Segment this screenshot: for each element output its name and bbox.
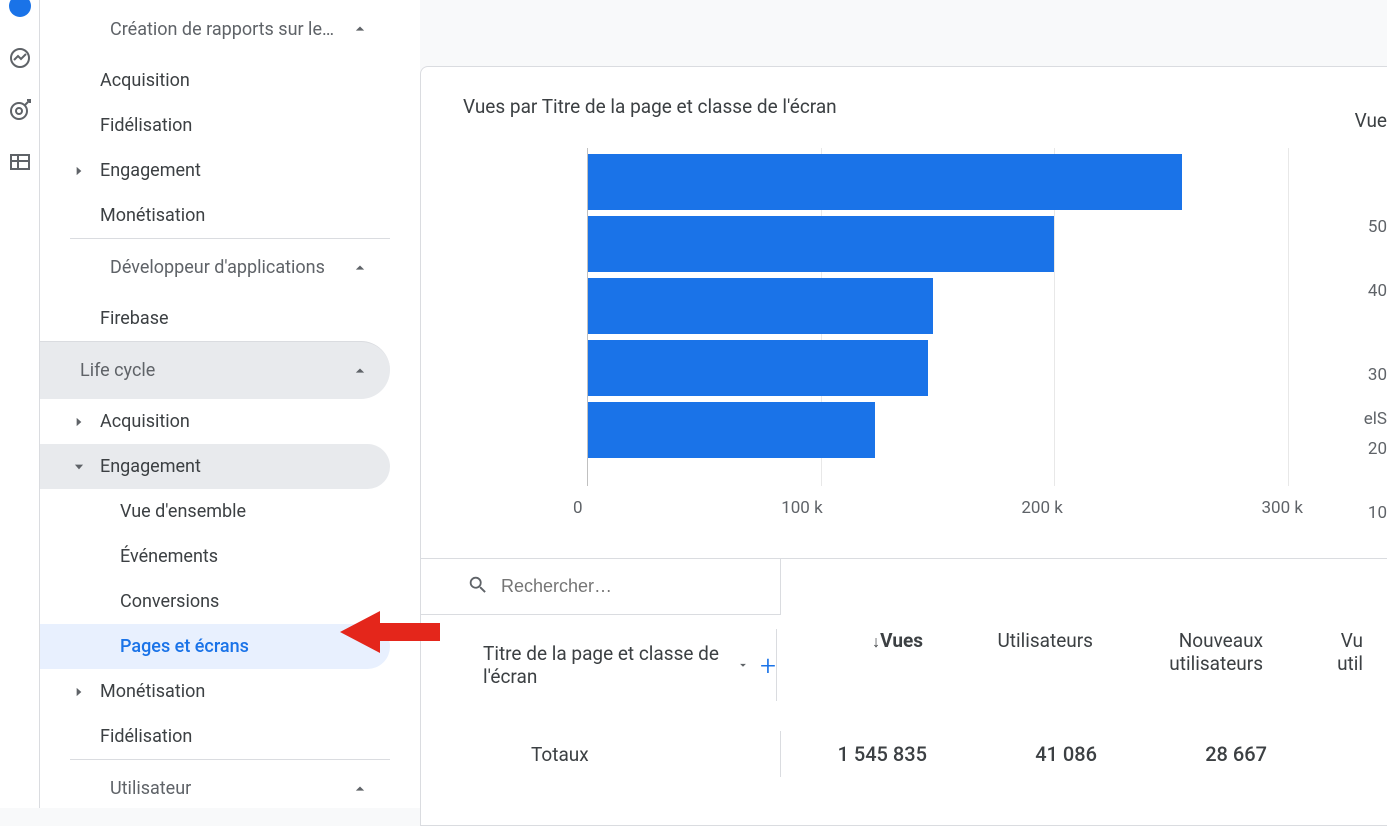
section-user[interactable]: Utilisateur: [70, 759, 390, 808]
table-icon[interactable]: [8, 150, 32, 174]
data-table: Titre de la page et classe de l'écran + …: [421, 558, 1387, 777]
nav-events[interactable]: Événements: [40, 534, 420, 579]
bar-4[interactable]: [588, 340, 928, 396]
nav-engagement[interactable]: Engagement: [40, 148, 420, 193]
chevron-up-icon: [350, 361, 370, 381]
y-tick: 50: [1368, 217, 1387, 237]
x-tick: 200 k: [1021, 498, 1063, 518]
y-tick: 30: [1368, 365, 1387, 385]
main-content: Vues par Titre de la page et classe de l…: [420, 0, 1387, 808]
section-label: Life cycle: [80, 360, 155, 381]
nav-overview[interactable]: Vue d'ensemble: [40, 489, 420, 534]
table-search[interactable]: [421, 559, 781, 615]
bar-1[interactable]: [588, 154, 1182, 210]
nav-monetisation[interactable]: Monétisation: [40, 193, 420, 238]
section-label: Utilisateur: [110, 778, 191, 799]
section-label: Développeur d'applications: [110, 257, 325, 278]
caret-right-icon: [70, 162, 88, 180]
caret-right-icon: [70, 413, 88, 431]
trends-icon[interactable]: [8, 46, 32, 70]
home-icon[interactable]: [8, 0, 32, 18]
chevron-up-icon: [350, 779, 370, 799]
bar-chart: 0 100 k 200 k 300 k: [463, 148, 1313, 518]
y-tick: elS: [1364, 409, 1387, 429]
search-input[interactable]: [501, 576, 761, 597]
bar-5[interactable]: [588, 402, 875, 458]
annotation-arrow: [340, 605, 440, 659]
x-axis: 0 100 k 200 k 300 k: [573, 486, 1303, 518]
caret-right-icon: [70, 683, 88, 701]
left-nav-rail: [0, 0, 40, 808]
nav-fidelisation[interactable]: Fidélisation: [40, 103, 420, 148]
section-developer[interactable]: Développeur d'applications: [70, 238, 390, 296]
right-chart-title: Vue: [1355, 109, 1387, 132]
y-tick: 20: [1368, 439, 1387, 459]
totals-label: Totaux: [421, 731, 781, 777]
nav-lc-acquisition[interactable]: Acquisition: [40, 399, 420, 444]
nav-firebase[interactable]: Firebase: [40, 296, 420, 341]
nav-pages-screens[interactable]: Pages et écrans: [40, 624, 390, 669]
search-icon: [467, 574, 489, 600]
totals-views: 1 545 835: [781, 742, 951, 766]
nav-acquisition[interactable]: Acquisition: [40, 58, 420, 103]
col-views[interactable]: ↓Vues: [777, 629, 947, 652]
target-icon[interactable]: [8, 98, 32, 122]
sort-desc-icon: ↓: [872, 632, 880, 651]
y-tick: 40: [1368, 281, 1387, 301]
caret-down-icon: [736, 654, 750, 677]
chart-title: Vues par Titre de la page et classe de l…: [421, 95, 1387, 118]
bar-3[interactable]: [588, 278, 933, 334]
section-label: Création de rapports sur le…: [110, 19, 334, 40]
report-sidebar: Création de rapports sur le… Acquisition…: [40, 0, 420, 808]
caret-down-icon: [70, 458, 88, 476]
y-tick: 10: [1368, 503, 1387, 523]
bar-2[interactable]: [588, 216, 1054, 272]
col-new-users[interactable]: Nouveaux utilisateurs: [1117, 629, 1287, 675]
nav-lc-fidelisation[interactable]: Fidélisation: [40, 714, 420, 759]
totals-new-users: 28 667: [1121, 742, 1291, 766]
col-partial[interactable]: Vu util: [1287, 629, 1387, 675]
x-tick: 0: [573, 498, 583, 518]
nav-lc-engagement[interactable]: Engagement: [40, 444, 390, 489]
report-card: Vues par Titre de la page et classe de l…: [420, 66, 1387, 826]
nav-lc-monetisation[interactable]: Monétisation: [40, 669, 420, 714]
x-tick: 100 k: [781, 498, 823, 518]
chevron-up-icon: [350, 258, 370, 278]
x-tick: 300 k: [1261, 498, 1303, 518]
table-header-row: Titre de la page et classe de l'écran + …: [421, 615, 1387, 687]
section-life-cycle[interactable]: Life cycle: [40, 341, 390, 399]
section-reports[interactable]: Création de rapports sur le…: [70, 0, 390, 58]
chevron-up-icon: [350, 19, 370, 39]
dimension-selector[interactable]: Titre de la page et classe de l'écran +: [421, 629, 777, 701]
col-users[interactable]: Utilisateurs: [947, 629, 1117, 652]
totals-users: 41 086: [951, 742, 1121, 766]
add-dimension-button[interactable]: +: [760, 649, 776, 682]
right-chart-axis: 50 40 30 elS 20 10: [1347, 163, 1387, 573]
totals-row: Totaux 1 545 835 41 086 28 667: [421, 731, 1387, 777]
